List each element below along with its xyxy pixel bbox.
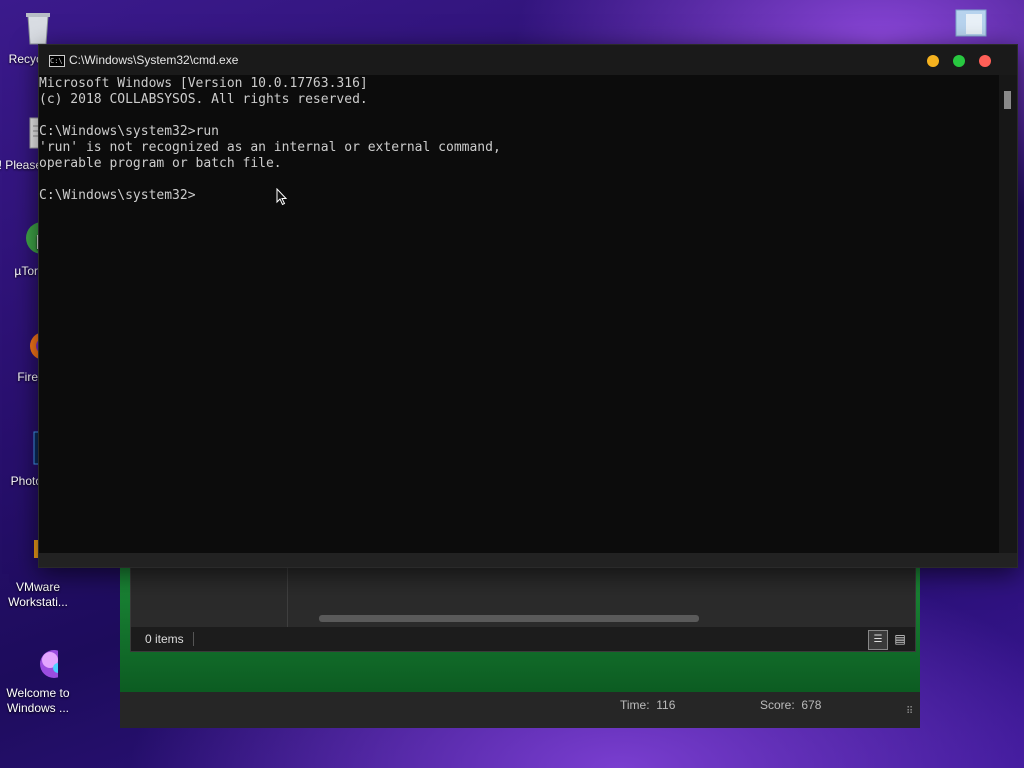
console-line: (c) 2018 COLLABSYSOS. All rights reserve…: [39, 92, 368, 107]
minimize-button[interactable]: [927, 55, 939, 67]
details-view-icon[interactable]: ☰: [868, 630, 888, 650]
welcome-icon: [18, 642, 68, 682]
explorer-status-bar: 0 items ☰ ▤: [131, 627, 915, 651]
console-line: 'run' is not recognized as an internal o…: [39, 140, 501, 155]
score-value: 678: [801, 698, 822, 712]
resize-grip-icon[interactable]: ⠿: [906, 706, 913, 717]
maximize-button[interactable]: [953, 55, 965, 67]
close-button[interactable]: [979, 55, 991, 67]
desktop-icon-label: µTor: [14, 264, 38, 278]
cmd-window[interactable]: C:\ C:\Windows\System32\cmd.exe Microsof…: [38, 44, 1018, 568]
mouse-pointer-icon: [276, 187, 288, 206]
status-separator: [193, 632, 194, 646]
score-label: Score:: [760, 698, 795, 712]
background-window[interactable]: 0 items ☰ ▤ Time: 116 Score: 678 ⠿: [120, 552, 920, 728]
score-display: Score: 678: [760, 698, 821, 712]
time-value: 116: [656, 698, 676, 712]
desktop-icon-label-line1: VMware: [15, 580, 60, 594]
desktop-icon-label: Recyc: [8, 52, 42, 66]
title-bar[interactable]: C:\ C:\Windows\System32\cmd.exe: [39, 45, 1017, 75]
console-line: operable program or batch file.: [39, 156, 282, 171]
desktop-icon-label-line2: Windows ...: [6, 701, 69, 715]
item-count: 0 items: [145, 632, 184, 646]
desktop-icon-welcome[interactable]: Welcome to Windows ...: [0, 642, 78, 716]
console-output[interactable]: Microsoft Windows [Version 10.0.17763.31…: [39, 75, 999, 555]
navigation-pane: [131, 565, 288, 627]
cmd-app-icon: C:\: [49, 55, 65, 67]
recycle-bin-icon: [18, 8, 58, 48]
console-line: Microsoft Windows [Version 10.0.17763.31…: [39, 76, 368, 91]
time-label: Time:: [620, 698, 650, 712]
desktop-icon-label-line2: Workstati...: [8, 595, 68, 609]
console-line: C:\Windows\system32>run: [39, 124, 220, 139]
console-prompt-line[interactable]: C:\Windows\system32>: [39, 188, 196, 204]
window-title: C:\Windows\System32\cmd.exe: [69, 53, 239, 67]
desktop-icon-label-line1: Welcome to: [6, 686, 70, 700]
scrollbar-thumb[interactable]: [1004, 91, 1011, 109]
desktop-icon-label: ! Please: [0, 158, 42, 172]
folder-icon[interactable]: [952, 6, 992, 45]
time-display: Time: 116: [620, 698, 675, 712]
desktop-icon-label: Photo: [10, 474, 42, 488]
desktop-icon-label: Fire: [17, 370, 38, 384]
vertical-scrollbar[interactable]: [999, 75, 1017, 553]
large-icons-view-icon[interactable]: ▤: [891, 630, 909, 648]
horizontal-scrollbar[interactable]: [319, 615, 699, 622]
window-bottom-edge: [39, 553, 1017, 567]
